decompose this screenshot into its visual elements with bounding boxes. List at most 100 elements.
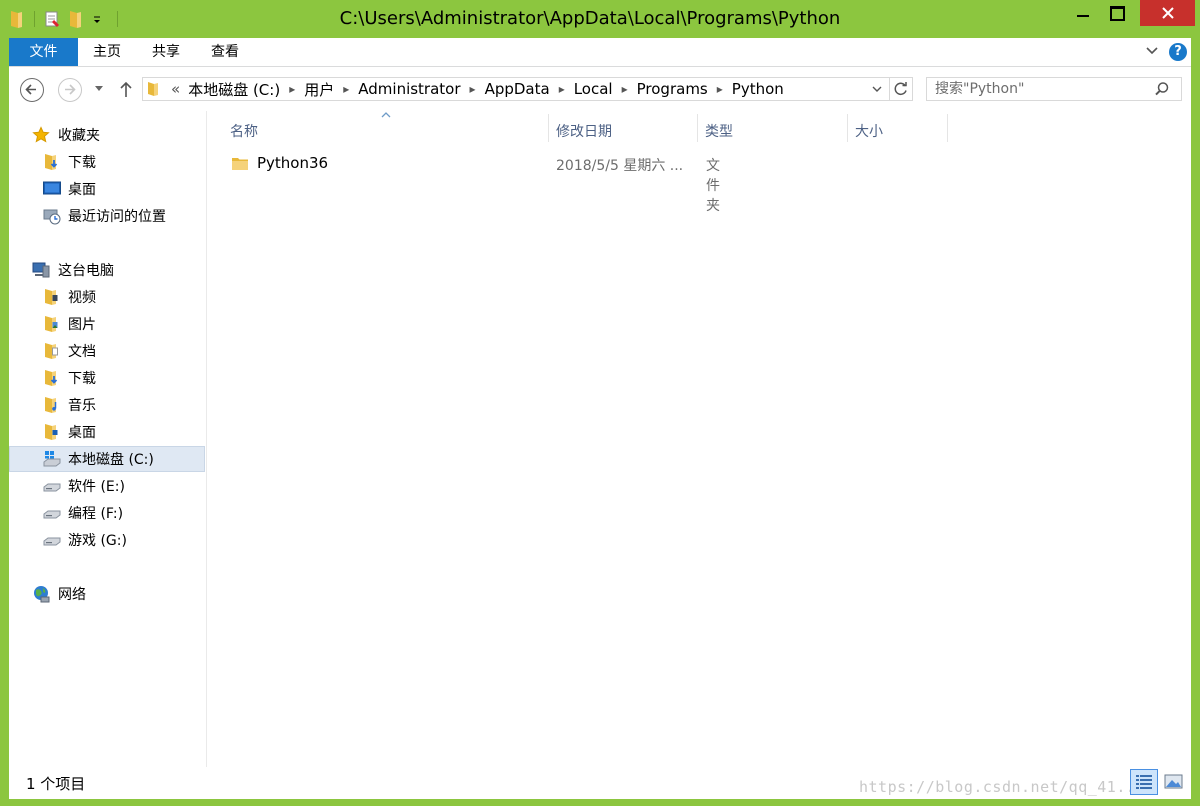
drive-icon bbox=[43, 537, 61, 546]
desktop-folder-icon bbox=[45, 424, 58, 440]
downloads-folder-icon bbox=[45, 154, 58, 170]
nav-this-pc-desktop[interactable]: 桌面 bbox=[9, 419, 205, 445]
chevron-right-icon[interactable]: ▸ bbox=[559, 82, 565, 96]
nav-label: 编程 (F:) bbox=[68, 506, 124, 522]
breadcrumb-overflow[interactable]: « bbox=[171, 80, 180, 98]
minimize-icon bbox=[1077, 15, 1089, 17]
chevron-right-icon[interactable]: ▸ bbox=[470, 82, 476, 96]
details-view-icon bbox=[1136, 775, 1152, 789]
column-header-size[interactable]: 大小 bbox=[855, 121, 883, 141]
large-icons-view-button[interactable] bbox=[1161, 769, 1187, 795]
column-divider[interactable] bbox=[548, 114, 549, 142]
chevron-right-icon[interactable]: ▸ bbox=[343, 82, 349, 96]
sort-ascending-icon bbox=[381, 112, 391, 118]
nav-label: 软件 (E:) bbox=[68, 479, 125, 495]
breadcrumb: « 本地磁盘 (C:) ▸ 用户 ▸ Administrator ▸ AppDa… bbox=[171, 78, 784, 100]
address-history-button[interactable] bbox=[866, 78, 888, 100]
nav-local-disk-c[interactable]: 本地磁盘 (C:) bbox=[9, 446, 205, 472]
table-row[interactable]: Python36 2018/5/5 星期六 ... 文件夹 bbox=[222, 151, 720, 214]
nav-drive-f[interactable]: 编程 (F:) bbox=[9, 500, 205, 526]
folder-icon bbox=[148, 82, 158, 96]
file-name: Python36 bbox=[257, 154, 329, 172]
nav-label: 下载 bbox=[68, 155, 96, 171]
nav-desktop[interactable]: 桌面 bbox=[9, 176, 205, 202]
nav-label: 最近访问的位置 bbox=[68, 209, 166, 225]
title-bar[interactable]: C:\Users\Administrator\AppData\Local\Pro… bbox=[0, 0, 1200, 38]
nav-label: 图片 bbox=[68, 317, 96, 333]
downloads-folder-icon bbox=[45, 370, 58, 386]
documents-folder-icon bbox=[45, 343, 58, 359]
tab-share[interactable]: 共享 bbox=[152, 38, 180, 66]
column-header-type[interactable]: 类型 bbox=[705, 121, 733, 141]
tab-home[interactable]: 主页 bbox=[93, 38, 121, 66]
refresh-button[interactable] bbox=[889, 78, 913, 100]
address-bar[interactable]: « 本地磁盘 (C:) ▸ 用户 ▸ Administrator ▸ AppDa… bbox=[142, 77, 913, 101]
chevron-right-icon[interactable]: ▸ bbox=[717, 82, 723, 96]
nav-this-pc[interactable]: 这台电脑 bbox=[9, 257, 205, 283]
star-icon bbox=[32, 126, 50, 143]
breadcrumb-local[interactable]: Local bbox=[574, 80, 613, 98]
nav-drive-e[interactable]: 软件 (E:) bbox=[9, 473, 205, 499]
back-button[interactable] bbox=[20, 78, 44, 102]
breadcrumb-users[interactable]: 用户 bbox=[304, 79, 334, 100]
network-icon bbox=[34, 586, 50, 603]
close-button[interactable] bbox=[1140, 0, 1195, 26]
breadcrumb-local-disk[interactable]: 本地磁盘 (C:) bbox=[188, 79, 280, 100]
nav-label: 桌面 bbox=[68, 425, 96, 441]
breadcrumb-administrator[interactable]: Administrator bbox=[358, 80, 460, 98]
ribbon-tabs: 文件 主页 共享 查看 ? bbox=[9, 38, 1191, 67]
tab-file[interactable]: 文件 bbox=[9, 38, 78, 66]
watermark: https://blog.csdn.net/qq_41...8 bbox=[859, 778, 1155, 796]
nav-pictures[interactable]: 图片 bbox=[9, 311, 205, 337]
file-type: 文件夹 bbox=[706, 158, 720, 214]
nav-music[interactable]: 音乐 bbox=[9, 392, 205, 418]
chevron-down-icon bbox=[872, 86, 882, 92]
forward-button[interactable] bbox=[58, 78, 82, 102]
nav-label: 游戏 (G:) bbox=[68, 533, 127, 549]
system-drive-icon bbox=[43, 451, 61, 467]
navigation-pane: 收藏夹 下载 桌面 最近访问的位置 这台电脑 视频 图片 文档 下载 音乐 桌面… bbox=[9, 111, 207, 767]
nav-network[interactable]: 网络 bbox=[9, 581, 205, 607]
nav-label: 网络 bbox=[58, 587, 86, 603]
search-icon[interactable] bbox=[1153, 80, 1171, 98]
breadcrumb-python[interactable]: Python bbox=[732, 80, 784, 98]
pictures-folder-icon bbox=[45, 316, 58, 332]
nav-this-pc-downloads[interactable]: 下载 bbox=[9, 365, 205, 391]
breadcrumb-appdata[interactable]: AppData bbox=[485, 80, 550, 98]
file-date-modified: 2018/5/5 星期六 ... bbox=[556, 158, 684, 174]
arrow-right-icon bbox=[65, 84, 76, 95]
computer-icon bbox=[32, 262, 50, 278]
nav-recent-places[interactable]: 最近访问的位置 bbox=[9, 203, 205, 229]
tab-view[interactable]: 查看 bbox=[211, 38, 239, 66]
nav-favorites[interactable]: 收藏夹 bbox=[9, 122, 205, 148]
chevron-right-icon[interactable]: ▸ bbox=[289, 82, 295, 96]
nav-label: 收藏夹 bbox=[58, 128, 100, 144]
status-bar: 1 个项目 https://blog.csdn.net/qq_41...8 bbox=[9, 767, 1191, 799]
nav-videos[interactable]: 视频 bbox=[9, 284, 205, 310]
column-divider[interactable] bbox=[697, 114, 698, 142]
nav-label: 视频 bbox=[68, 290, 96, 306]
maximize-button[interactable] bbox=[1094, 0, 1140, 26]
recent-locations-icon[interactable] bbox=[95, 86, 103, 92]
column-divider[interactable] bbox=[847, 114, 848, 142]
breadcrumb-programs[interactable]: Programs bbox=[637, 80, 708, 98]
nav-drive-g[interactable]: 游戏 (G:) bbox=[9, 527, 205, 553]
column-header-name[interactable]: 名称 bbox=[230, 121, 258, 141]
drive-icon bbox=[43, 510, 61, 519]
nav-label: 本地磁盘 (C:) bbox=[68, 452, 154, 468]
nav-documents[interactable]: 文档 bbox=[9, 338, 205, 364]
help-icon[interactable]: ? bbox=[1169, 43, 1187, 61]
column-divider[interactable] bbox=[947, 114, 948, 142]
chevron-right-icon[interactable]: ▸ bbox=[622, 82, 628, 96]
column-header-date[interactable]: 修改日期 bbox=[556, 121, 612, 141]
search-box[interactable] bbox=[926, 77, 1182, 101]
window-title: C:\Users\Administrator\AppData\Local\Pro… bbox=[339, 8, 841, 29]
close-icon bbox=[1161, 7, 1174, 19]
search-input[interactable] bbox=[927, 78, 1161, 100]
expand-ribbon-icon[interactable] bbox=[1145, 44, 1159, 58]
nav-label: 音乐 bbox=[68, 398, 96, 414]
explorer-window: C:\Users\Administrator\AppData\Local\Pro… bbox=[0, 0, 1200, 806]
details-view-button[interactable] bbox=[1130, 769, 1158, 795]
nav-downloads[interactable]: 下载 bbox=[9, 149, 205, 175]
up-arrow-icon[interactable] bbox=[117, 79, 135, 99]
